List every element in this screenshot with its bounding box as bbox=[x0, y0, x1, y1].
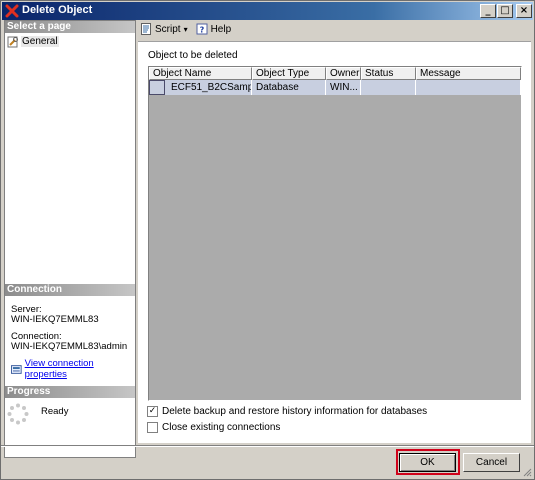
window-title: Delete Object bbox=[22, 4, 93, 16]
page-wrench-icon bbox=[7, 36, 18, 47]
left-pane: Select a page General Connection Server:… bbox=[4, 20, 136, 458]
progress-header: Progress bbox=[5, 386, 135, 398]
cell-message bbox=[416, 80, 521, 95]
object-to-delete-label: Object to be deleted bbox=[148, 50, 238, 61]
cell-status bbox=[361, 80, 416, 95]
script-icon bbox=[141, 23, 151, 35]
connection-properties-icon bbox=[11, 364, 22, 374]
delete-backup-checkbox[interactable]: ✓ bbox=[147, 406, 158, 417]
footer-divider bbox=[1, 445, 534, 447]
title-bar[interactable]: Delete Object _ □ × bbox=[2, 2, 533, 20]
table-row[interactable]: ECF51_B2CSampl... Database WIN... bbox=[149, 80, 521, 95]
column-header-owner[interactable]: Owner bbox=[326, 67, 361, 80]
delete-x-icon bbox=[5, 4, 19, 18]
column-header-status[interactable]: Status bbox=[361, 67, 416, 80]
help-book-icon: ? bbox=[196, 23, 208, 35]
maximize-button[interactable]: □ bbox=[497, 4, 513, 18]
server-value: WIN-IEKQ7EMML83 bbox=[11, 314, 99, 325]
chevron-down-icon[interactable]: ▾ bbox=[184, 25, 188, 34]
close-connections-label: Close existing connections bbox=[162, 422, 281, 433]
help-button[interactable]: ? Help bbox=[196, 23, 232, 35]
objects-grid[interactable]: Object Name Object Type Owner Status Mes… bbox=[148, 66, 522, 401]
column-header-object-name[interactable]: Object Name bbox=[149, 67, 252, 80]
script-label: Script bbox=[155, 23, 181, 35]
cell-owner: WIN... bbox=[326, 80, 361, 95]
close-connections-option[interactable]: Close existing connections bbox=[147, 422, 280, 433]
cancel-button[interactable]: Cancel bbox=[463, 453, 520, 472]
script-button[interactable]: Script ▾ bbox=[140, 23, 188, 35]
close-button[interactable]: × bbox=[516, 4, 532, 18]
delete-object-dialog: Delete Object _ □ × Select a page Genera… bbox=[0, 0, 535, 480]
minimize-button[interactable]: _ bbox=[480, 4, 496, 18]
view-connection-properties-link[interactable]: View connection properties bbox=[25, 358, 135, 380]
svg-text:?: ? bbox=[199, 26, 204, 35]
cell-object-type: Database bbox=[252, 80, 326, 95]
progress-spinner-icon bbox=[7, 403, 29, 425]
page-item-label: General bbox=[21, 36, 59, 47]
connection-header: Connection bbox=[5, 284, 135, 296]
cell-object-name: ECF51_B2CSampl... bbox=[165, 80, 252, 95]
progress-status: Ready bbox=[41, 406, 69, 417]
row-selector[interactable] bbox=[149, 80, 165, 95]
resize-grip-icon[interactable] bbox=[522, 467, 532, 477]
connection-value: WIN-IEKQ7EMML83\admin bbox=[11, 341, 128, 352]
column-header-object-type[interactable]: Object Type bbox=[252, 67, 326, 80]
delete-backup-option[interactable]: ✓ Delete backup and restore history info… bbox=[147, 406, 427, 417]
column-header-message[interactable]: Message bbox=[416, 67, 521, 80]
ok-button[interactable]: OK bbox=[399, 453, 456, 472]
help-label: Help bbox=[210, 23, 232, 35]
delete-backup-label: Delete backup and restore history inform… bbox=[162, 406, 428, 417]
close-connections-checkbox[interactable] bbox=[147, 422, 158, 433]
page-item-general[interactable]: General bbox=[7, 35, 59, 48]
grid-header: Object Name Object Type Owner Status Mes… bbox=[149, 67, 521, 80]
toolbar: Script ▾ ? Help bbox=[137, 20, 533, 38]
view-connection-properties[interactable]: View connection properties bbox=[11, 358, 135, 380]
select-page-header: Select a page bbox=[5, 21, 135, 33]
